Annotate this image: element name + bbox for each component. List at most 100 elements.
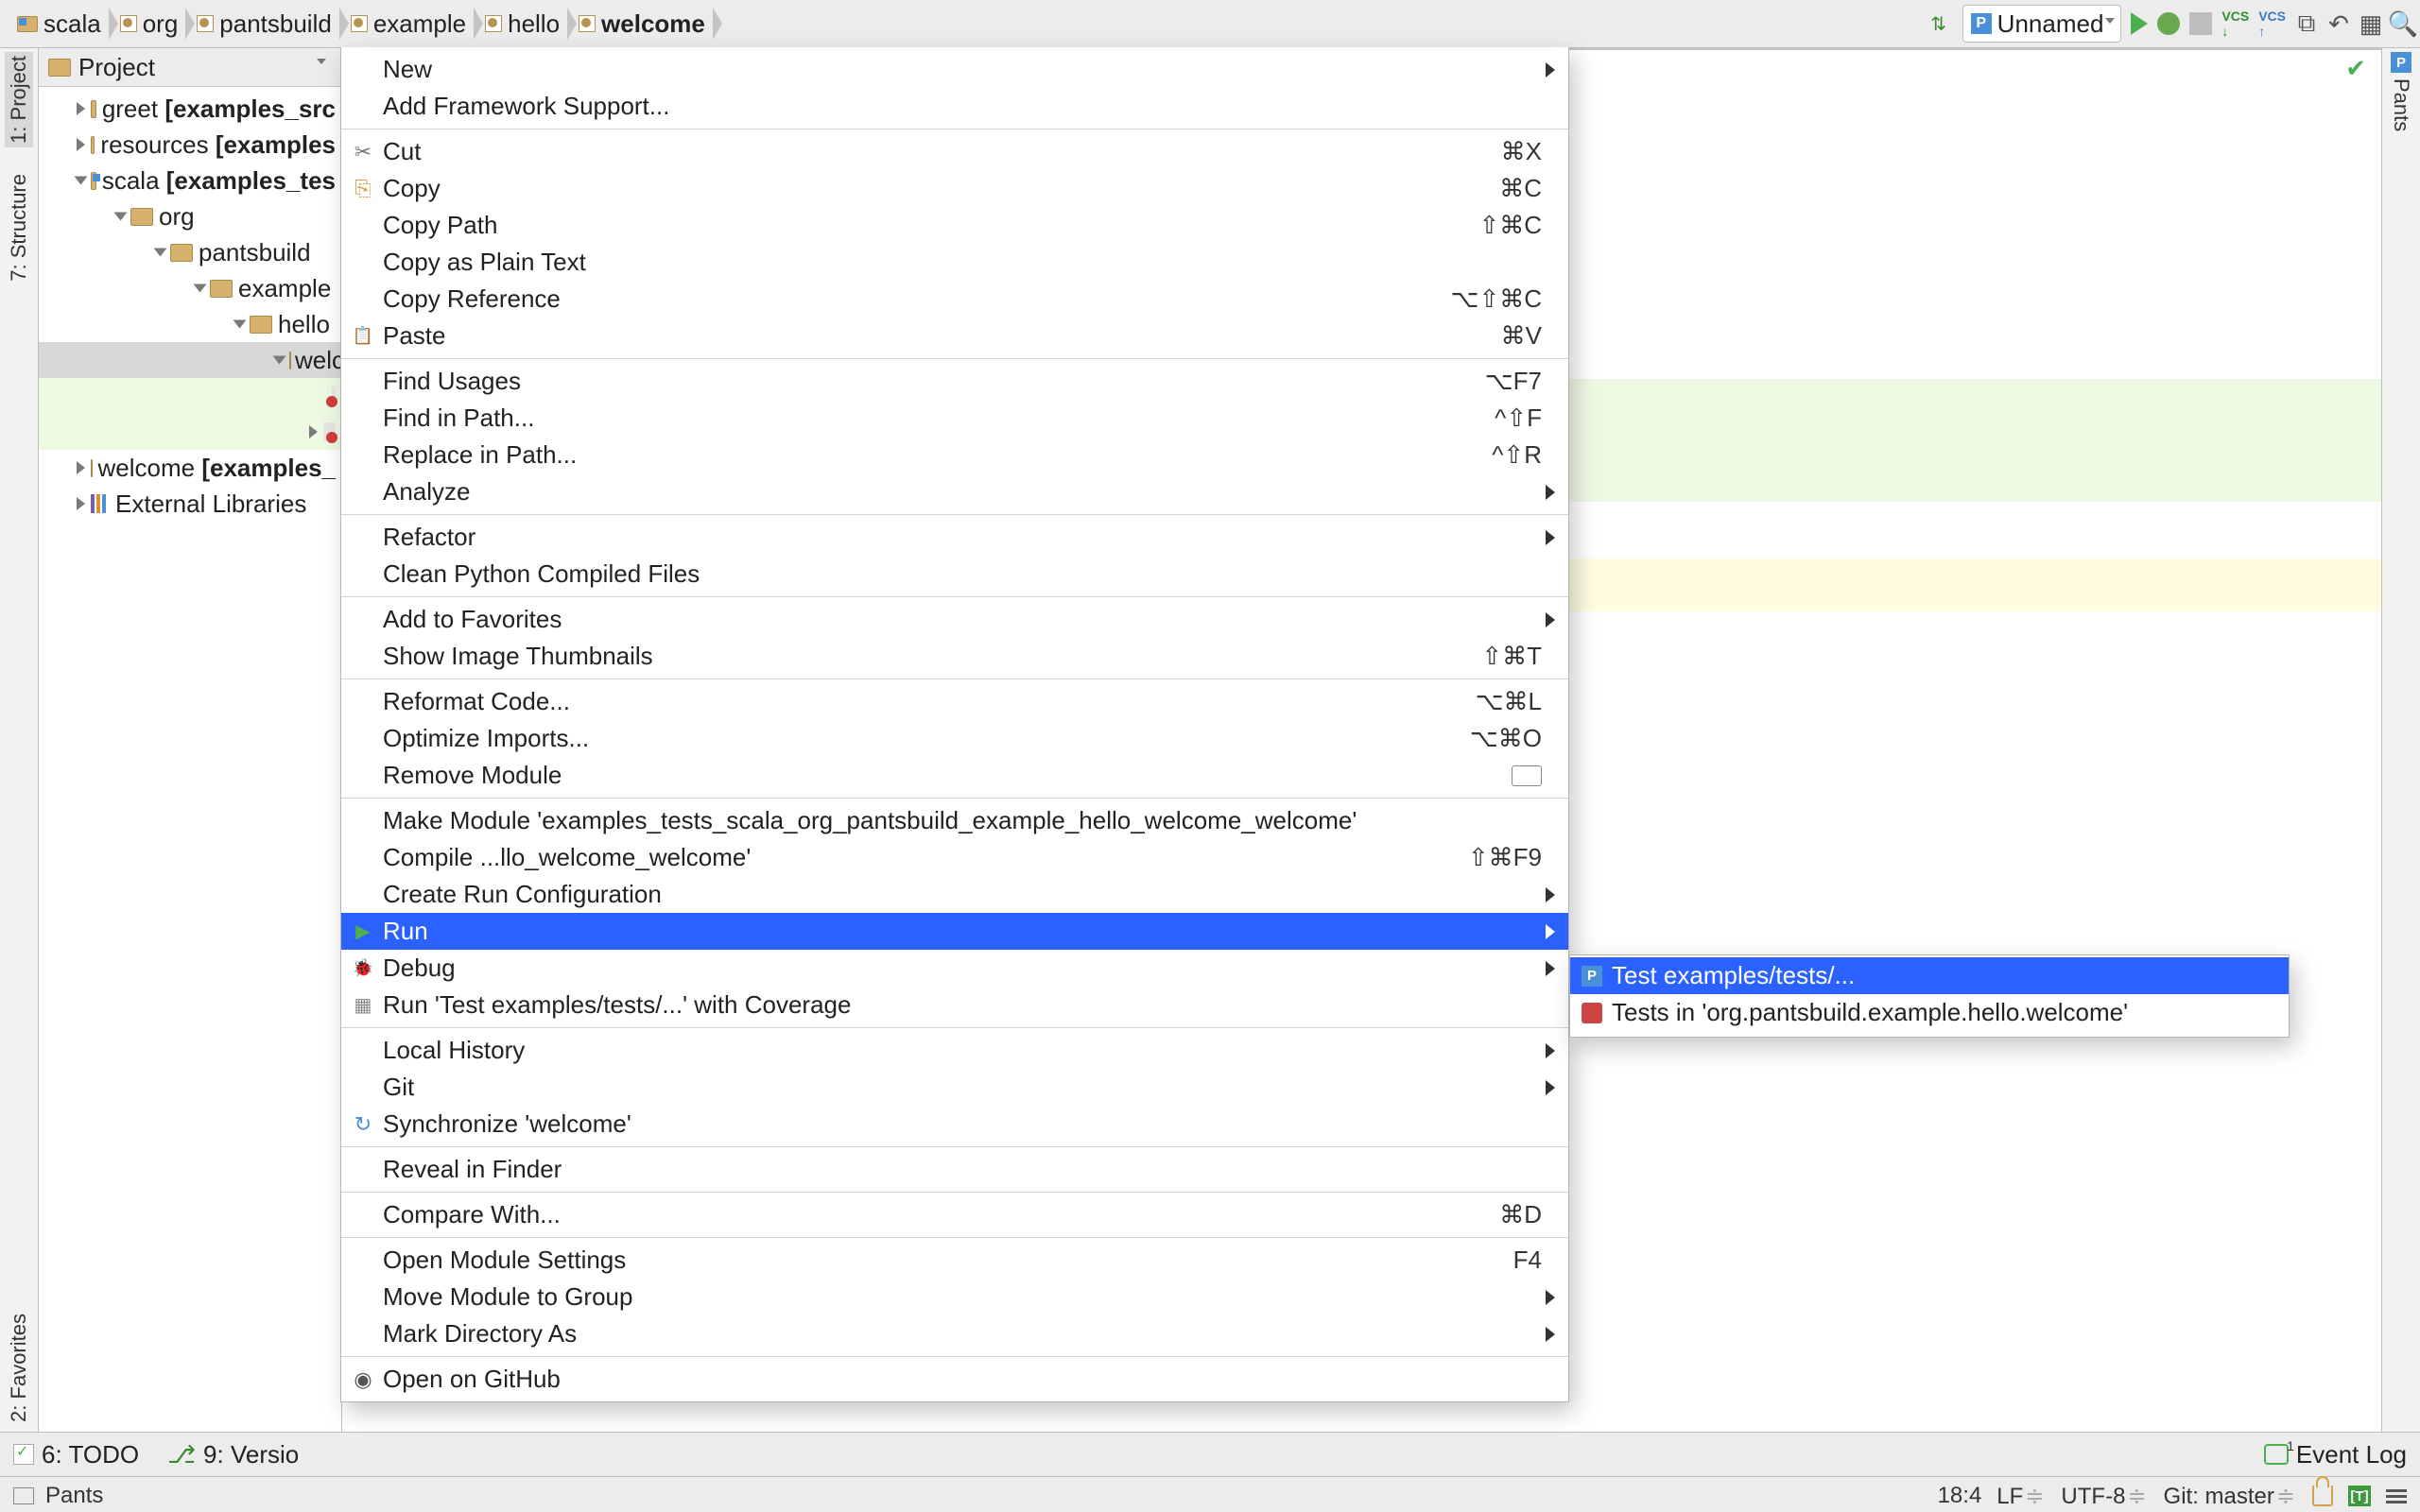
tree-label: org — [159, 202, 195, 232]
menu-item-label: Find in Path... — [383, 404, 1495, 433]
tree-node-file-scala[interactable] — [39, 414, 341, 450]
menu-item-clean-python-compiled-files[interactable]: Clean Python Compiled Files — [341, 556, 1568, 593]
tree-node-greet[interactable]: greet [examples_src — [39, 91, 341, 127]
tree-node-file-build[interactable] — [39, 378, 341, 414]
tool-tab-project[interactable]: 1: Project — [5, 52, 33, 147]
hector-icon[interactable] — [2386, 1489, 2407, 1503]
breadcrumb-scala[interactable]: scala — [8, 0, 111, 47]
menu-item-paste[interactable]: Paste⌘V — [341, 318, 1568, 354]
menu-item-copy-reference[interactable]: Copy Reference⌥⇧⌘C — [341, 281, 1568, 318]
menu-item-create-run-configuration[interactable]: Create Run Configuration — [341, 876, 1568, 913]
tree-node-example[interactable]: example — [39, 270, 341, 306]
menu-item-git[interactable]: Git — [341, 1069, 1568, 1106]
submenu-item-tests-in-package[interactable]: Tests in 'org.pantsbuild.example.hello.w… — [1570, 994, 2289, 1031]
tool-tab-favorites[interactable]: 2: Favorites — [7, 1314, 31, 1422]
menu-item-local-history[interactable]: Local History — [341, 1032, 1568, 1069]
collapse-icon[interactable] — [75, 177, 88, 185]
collapse-icon[interactable] — [114, 213, 128, 221]
expand-icon[interactable] — [77, 461, 85, 474]
vcs-update-icon[interactable]: VCS↓ — [2221, 9, 2249, 39]
menu-item-copy[interactable]: Copy⌘C — [341, 170, 1568, 207]
breadcrumb-pantsbuild[interactable]: pantsbuild — [187, 0, 341, 47]
menu-item-analyze[interactable]: Analyze — [341, 473, 1568, 510]
tool-tab-structure[interactable]: 7: Structure — [7, 174, 31, 282]
menu-item-run-test-examples-tests-with-coverage[interactable]: Run 'Test examples/tests/...' with Cover… — [341, 987, 1568, 1023]
line-separator[interactable]: LF≑ — [1996, 1483, 2046, 1510]
collapse-icon[interactable] — [154, 249, 167, 257]
menu-item-compare-with[interactable]: Compare With...⌘D — [341, 1196, 1568, 1233]
tree-node-org[interactable]: org — [39, 198, 341, 234]
menu-item-reformat-code[interactable]: Reformat Code...⌥⌘L — [341, 683, 1568, 720]
breadcrumb-hello[interactable]: hello — [475, 0, 569, 47]
menu-item-copy-as-plain-text[interactable]: Copy as Plain Text — [341, 244, 1568, 281]
expand-icon[interactable] — [77, 497, 85, 510]
menu-item-run[interactable]: Run — [341, 913, 1568, 950]
collapse-icon[interactable] — [273, 356, 286, 365]
tree-node-pantsbuild[interactable]: pantsbuild — [39, 234, 341, 270]
tree-node-external-libs[interactable]: External Libraries — [39, 486, 341, 522]
menu-separator — [341, 1146, 1568, 1147]
menu-item-new[interactable]: New — [341, 51, 1568, 88]
menu-item-move-module-to-group[interactable]: Move Module to Group — [341, 1279, 1568, 1315]
breadcrumb-org[interactable]: org — [111, 0, 188, 47]
project-view-selector[interactable]: Project — [78, 53, 332, 82]
hide-tool-windows-icon[interactable] — [13, 1487, 34, 1504]
expand-icon[interactable] — [77, 102, 85, 115]
breadcrumb-welcome[interactable]: welcome — [569, 0, 715, 47]
menu-item-optimize-imports[interactable]: Optimize Imports...⌥⌘O — [341, 720, 1568, 757]
tree-node-welcome-module[interactable]: welcome [examples_ — [39, 450, 341, 486]
caret-position[interactable]: 18:4 — [1938, 1483, 1982, 1509]
revert-icon[interactable]: ↶ — [2327, 12, 2350, 35]
search-icon[interactable]: 🔍 — [2392, 12, 2414, 35]
tool-tab-event-log[interactable]: Event Log — [2264, 1440, 2407, 1469]
structure-icon[interactable]: ▦ — [2360, 12, 2382, 35]
menu-item-find-in-path[interactable]: Find in Path...^⇧F — [341, 400, 1568, 437]
menu-item-open-on-github[interactable]: Open on GitHub — [341, 1361, 1568, 1398]
tool-tab-pants[interactable]: Pants — [2389, 78, 2413, 131]
tool-tab-version-control[interactable]: ⎇ 9: Versio — [167, 1440, 299, 1469]
menu-item-reveal-in-finder[interactable]: Reveal in Finder — [341, 1151, 1568, 1188]
menu-item-copy-path[interactable]: Copy Path⇧⌘C — [341, 207, 1568, 244]
submenu-item-test-examples[interactable]: P Test examples/tests/... — [1570, 957, 2289, 994]
menu-item-add-framework-support[interactable]: Add Framework Support... — [341, 88, 1568, 125]
readonly-lock-icon[interactable] — [2312, 1486, 2333, 1506]
menu-item-replace-in-path[interactable]: Replace in Path...^⇧R — [341, 437, 1568, 473]
menu-item-debug[interactable]: Debug — [341, 950, 1568, 987]
tool-tab-todo[interactable]: 6: TODO — [13, 1440, 139, 1469]
menu-item-find-usages[interactable]: Find Usages⌥F7 — [341, 363, 1568, 400]
expand-icon[interactable] — [77, 138, 85, 151]
expand-icon[interactable] — [309, 425, 318, 438]
menu-item-label: Replace in Path... — [383, 440, 1492, 470]
menu-item-label: Mark Directory As — [383, 1319, 1542, 1349]
git-branch[interactable]: Git: master≑ — [2164, 1483, 2297, 1510]
collapse-icon[interactable] — [194, 284, 207, 293]
sync-icon[interactable]: ⇅ — [1925, 9, 1953, 38]
inspections-ok-icon[interactable]: ✔ — [2345, 54, 2366, 83]
t-indicator-icon[interactable]: [T] — [2348, 1486, 2371, 1506]
menu-item-make-module-examples-tests-scala-org-pan[interactable]: Make Module 'examples_tests_scala_org_pa… — [341, 802, 1568, 839]
tree-node-welcome[interactable]: welc — [39, 342, 341, 378]
vcs-commit-icon[interactable]: VCS↑ — [2258, 9, 2286, 39]
menu-item-refactor[interactable]: Refactor — [341, 519, 1568, 556]
run-config-selector[interactable]: P Unnamed — [1962, 5, 2122, 43]
menu-item-synchronize-welcome[interactable]: Synchronize 'welcome' — [341, 1106, 1568, 1143]
tree-node-hello[interactable]: hello — [39, 306, 341, 342]
menu-item-show-image-thumbnails[interactable]: Show Image Thumbnails⇧⌘T — [341, 638, 1568, 675]
menu-item-cut[interactable]: Cut⌘X — [341, 133, 1568, 170]
breadcrumb-example[interactable]: example — [341, 0, 475, 47]
menu-item-compile-llo-welcome-welcome[interactable]: Compile ...llo_welcome_welcome'⇧⌘F9 — [341, 839, 1568, 876]
project-tree[interactable]: greet [examples_src resources [examples … — [39, 87, 341, 1432]
run-button-icon[interactable] — [2131, 12, 2148, 35]
debug-button-icon[interactable] — [2157, 12, 2180, 35]
package-icon — [120, 15, 137, 32]
menu-item-add-to-favorites[interactable]: Add to Favorites — [341, 601, 1568, 638]
menu-item-remove-module[interactable]: Remove Module — [341, 757, 1568, 794]
file-encoding[interactable]: UTF-8≑ — [2061, 1483, 2148, 1510]
coverage-button-icon[interactable] — [2189, 12, 2212, 35]
tree-node-resources[interactable]: resources [examples — [39, 127, 341, 163]
history-icon[interactable]: ⧉ — [2295, 12, 2318, 35]
menu-item-open-module-settings[interactable]: Open Module SettingsF4 — [341, 1242, 1568, 1279]
collapse-icon[interactable] — [233, 320, 247, 329]
menu-item-mark-directory-as[interactable]: Mark Directory As — [341, 1315, 1568, 1352]
tree-node-scala[interactable]: scala [examples_tes — [39, 163, 341, 198]
